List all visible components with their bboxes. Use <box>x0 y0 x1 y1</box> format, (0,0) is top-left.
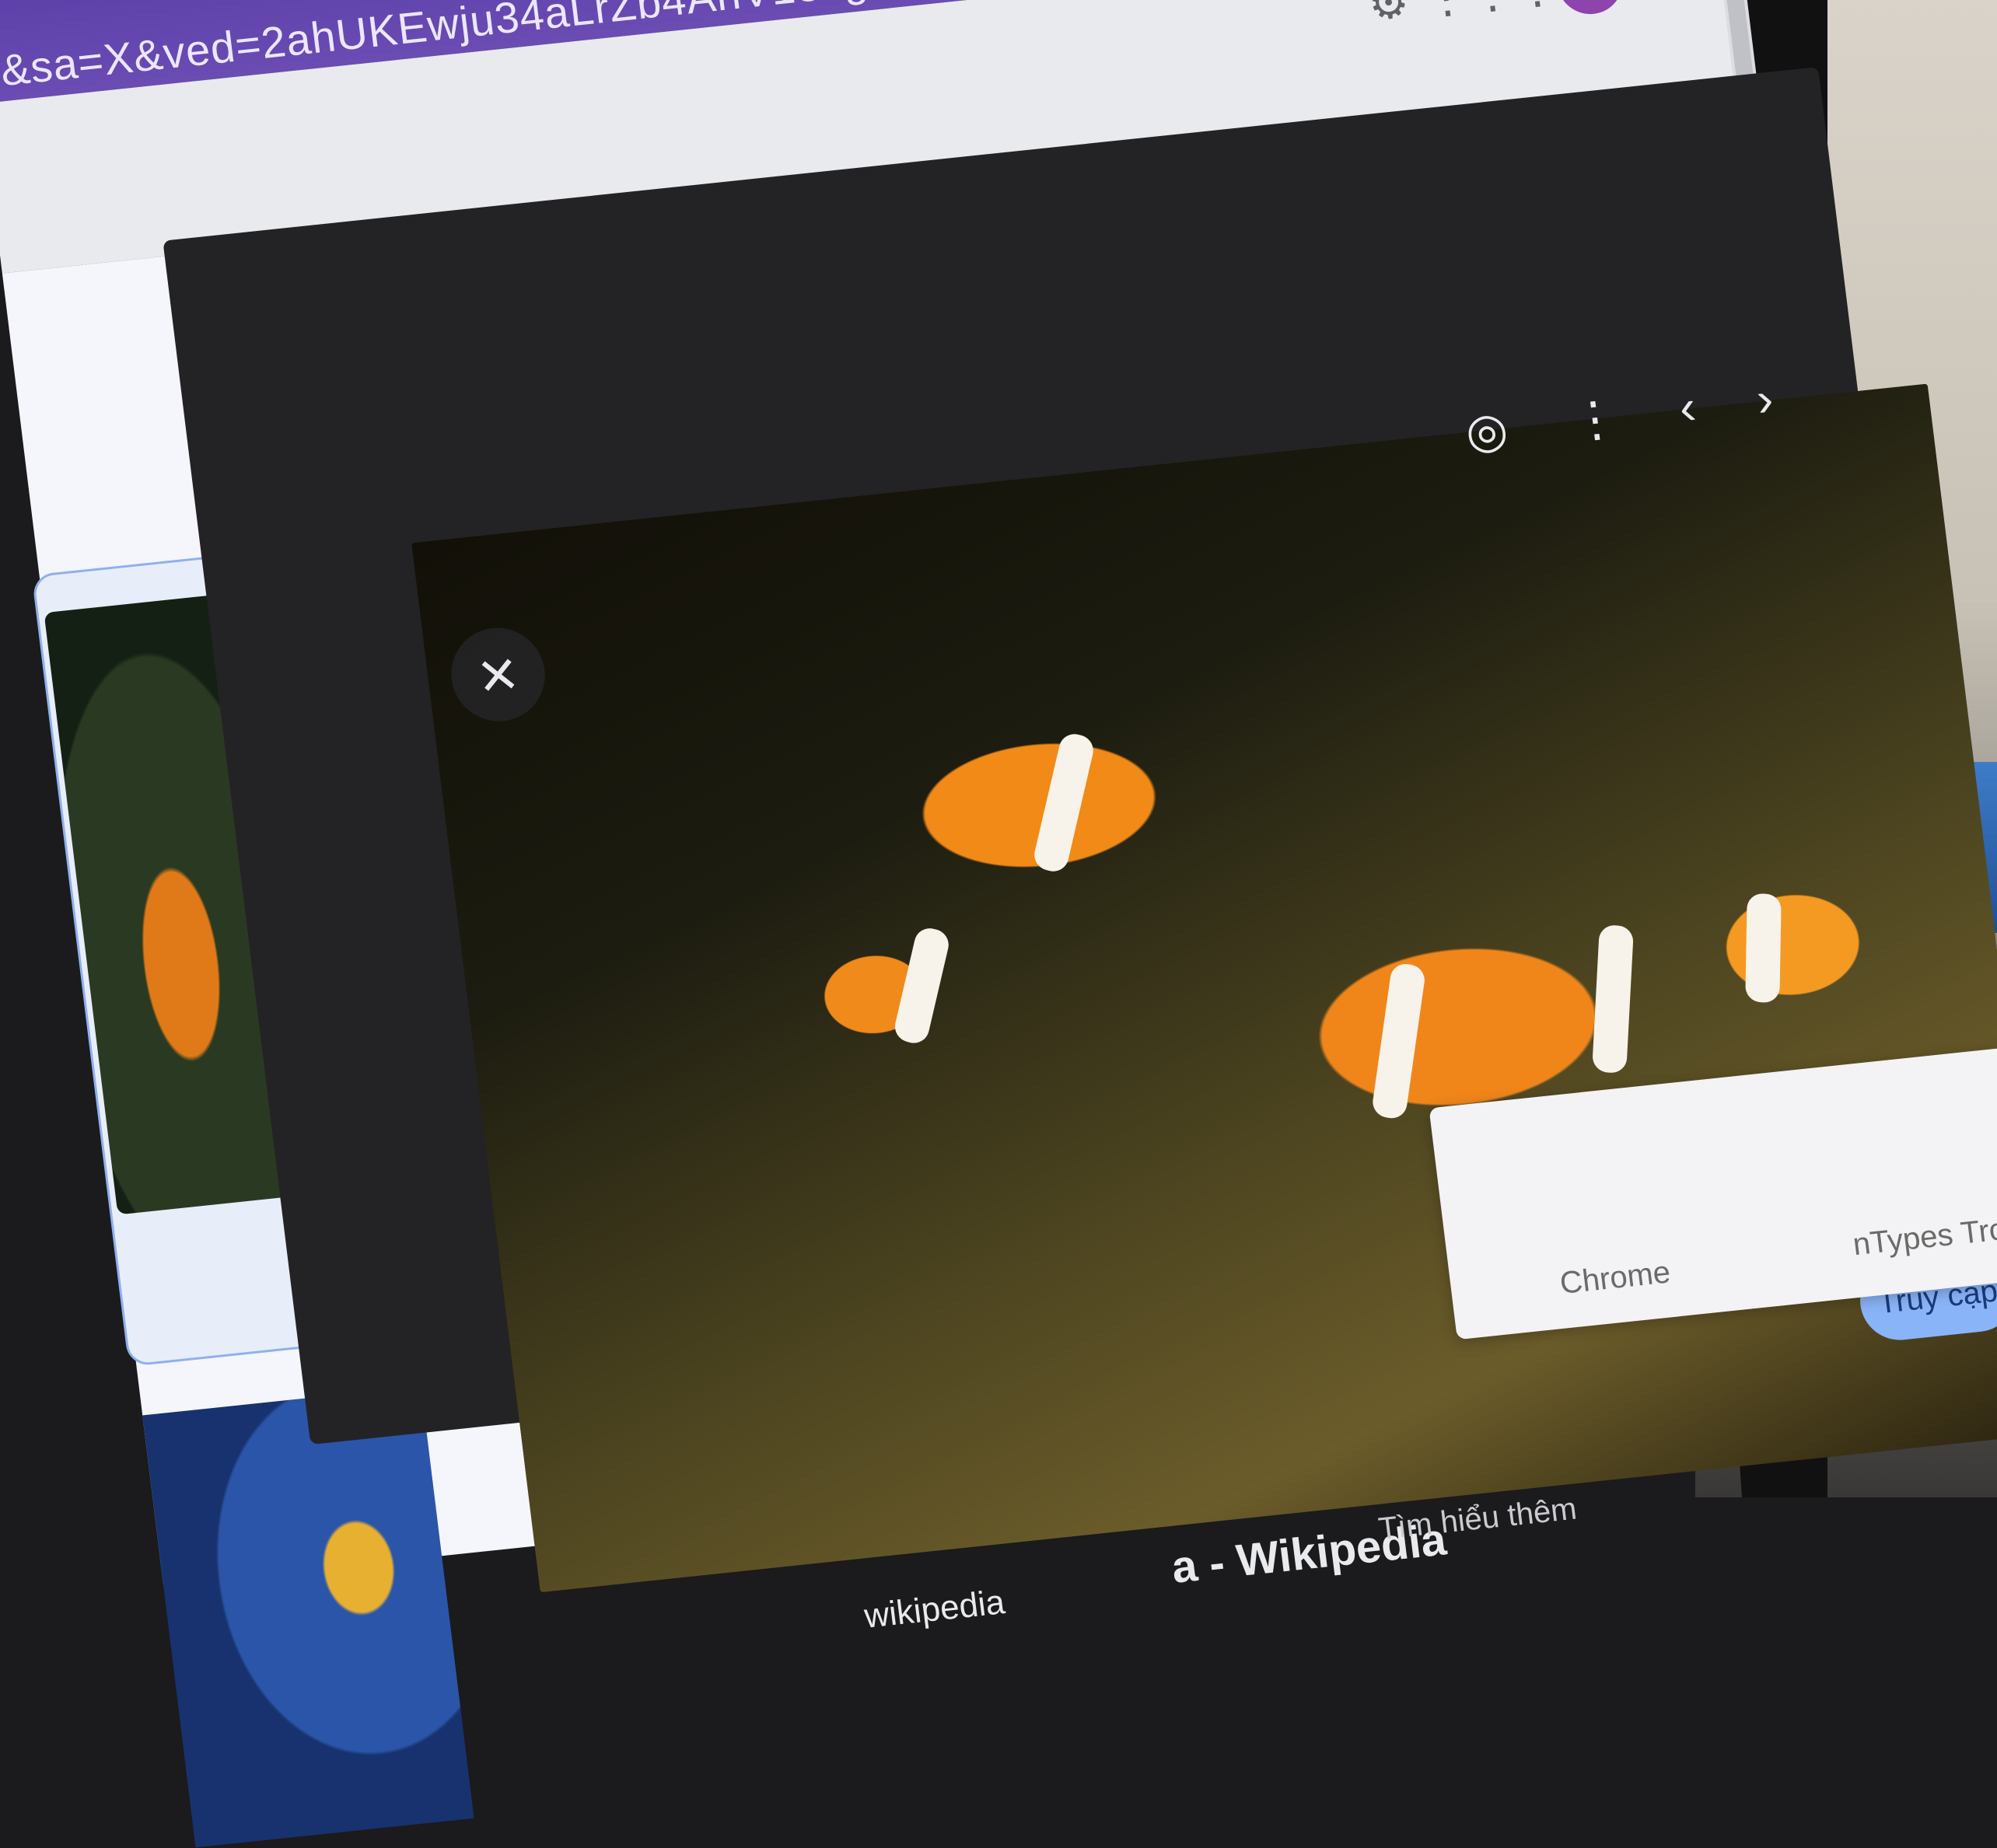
popup-text: Chrome <box>1558 1255 1673 1301</box>
monitor-screen: &sa=X&ved=2ahUKEwju34aLrZb4AhV18zgGHfu ⚙… <box>0 0 1997 1848</box>
fish-stripe <box>1745 893 1782 1004</box>
caption-source[interactable]: wikipedia <box>862 1583 1007 1637</box>
chevron-right-icon[interactable]: › <box>1730 365 1799 434</box>
settings-icon[interactable]: ⚙ <box>1361 0 1416 30</box>
apps-grid-icon[interactable]: ⋮⋮⋮ <box>1421 0 1562 24</box>
fish-stripe <box>891 924 952 1046</box>
more-vert-icon[interactable]: ⋮ <box>1560 385 1629 453</box>
fish-stripe <box>1592 924 1635 1074</box>
chevron-left-icon[interactable]: ‹ <box>1653 373 1722 442</box>
fish-stripe <box>1031 731 1096 875</box>
popup-text: nTypes Trong <box>1851 1208 1997 1263</box>
result-thumbnail[interactable] <box>142 1385 474 1848</box>
lens-search-icon[interactable]: ◎ <box>1452 396 1521 464</box>
preview-image[interactable] <box>411 383 1997 1593</box>
fish-stripe <box>1370 962 1427 1121</box>
